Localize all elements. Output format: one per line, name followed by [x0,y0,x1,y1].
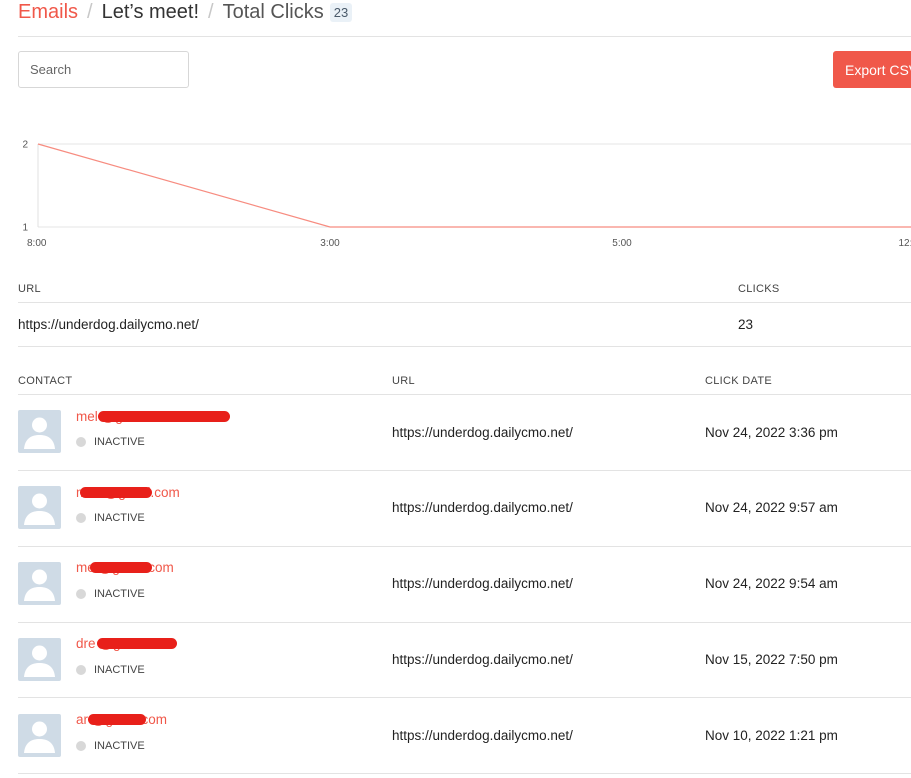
clicks-line-chart: 12 8:003:005:0012:00 [22,140,911,249]
redaction-mark [88,714,146,725]
user-silhouette-icon [24,417,55,449]
export-csv-button[interactable]: Export CSV [833,51,911,88]
header-divider [18,36,911,37]
status-badge: INACTIVE [76,740,145,752]
avatar [18,410,61,453]
chart-y-ticks: 12 [22,140,28,234]
breadcrumb-email-name[interactable]: Let’s meet! [102,1,199,24]
status-dot-icon [76,741,86,751]
chart-grid [38,143,911,228]
click-url-cell: https://underdog.dailycmo.net/ [392,728,573,743]
status-badge: INACTIVE [76,512,145,524]
avatar [18,486,61,529]
click-url-cell: https://underdog.dailycmo.net/ [392,652,573,667]
breadcrumb: Emails / Let’s meet! / Total Clicks 23 [18,0,353,26]
click-date-cell: Nov 24, 2022 3:36 pm [705,425,838,440]
avatar [18,638,61,681]
total-clicks-badge: 23 [329,2,353,22]
click-url-cell: https://underdog.dailycmo.net/ [392,425,573,440]
status-label: INACTIVE [94,740,145,752]
status-badge: INACTIVE [76,664,145,676]
status-label: INACTIVE [94,588,145,600]
user-silhouette-icon [24,721,55,753]
user-silhouette-icon [24,493,55,525]
status-badge: INACTIVE [76,588,145,600]
search-input[interactable] [18,51,189,88]
chart-y-tick-label: 1 [22,223,28,234]
click-date-cell: Nov 15, 2022 7:50 pm [705,652,838,667]
redaction-mark [90,562,152,573]
avatar [18,714,61,757]
clicks-column-header: CLICKS [738,283,780,295]
user-silhouette-icon [24,645,55,677]
chart-x-ticks: 8:00 3:00 5:00 12:00 [27,238,911,249]
url-cell: https://underdog.dailycmo.net/ [18,317,199,332]
clicks-cell: 23 [738,317,754,332]
avatar [18,562,61,605]
click-date-cell: Nov 10, 2022 1:21 pm [705,728,838,743]
click-date-cell: Nov 24, 2022 9:54 am [705,576,838,591]
redaction-mark [80,487,152,498]
row-divider [18,470,911,471]
click-date-cell: Nov 24, 2022 9:57 am [705,500,838,515]
chart-y-tick-label: 2 [22,140,28,151]
breadcrumb-separator: / [208,0,214,23]
row-divider [18,622,911,623]
redaction-mark [97,638,177,649]
status-dot-icon [76,665,86,675]
status-badge: INACTIVE [76,436,145,448]
row-divider [18,546,911,547]
row-divider [18,697,911,698]
status-dot-icon [76,589,86,599]
chart-series [37,143,911,228]
row-divider [18,773,911,774]
url-table-divider [18,302,911,303]
chart-x-tick-label: 8:00 [27,238,47,249]
contacts-table-divider [18,394,911,395]
redaction-mark [98,411,230,422]
status-label: INACTIVE [94,436,145,448]
click-url-cell: https://underdog.dailycmo.net/ [392,576,573,591]
contact-url-column-header: URL [392,375,415,387]
click-url-cell: https://underdog.dailycmo.net/ [392,500,573,515]
chart-x-tick-label: 5:00 [612,238,632,249]
page-title: Total Clicks [222,0,324,23]
url-column-header: URL [18,283,41,295]
status-label: INACTIVE [94,664,145,676]
status-label: INACTIVE [94,512,145,524]
status-dot-icon [76,513,86,523]
contact-column-header: CONTACT [18,375,73,387]
click-date-column-header: CLICK DATE [705,375,772,387]
status-dot-icon [76,437,86,447]
chart-x-tick-label: 3:00 [320,238,340,249]
user-silhouette-icon [24,569,55,601]
chart-series-line [37,143,911,228]
breadcrumb-separator: / [87,0,93,23]
chart-x-tick-label: 12:00 [898,238,911,249]
url-table-divider [18,346,911,347]
breadcrumb-emails-link[interactable]: Emails [18,1,78,24]
